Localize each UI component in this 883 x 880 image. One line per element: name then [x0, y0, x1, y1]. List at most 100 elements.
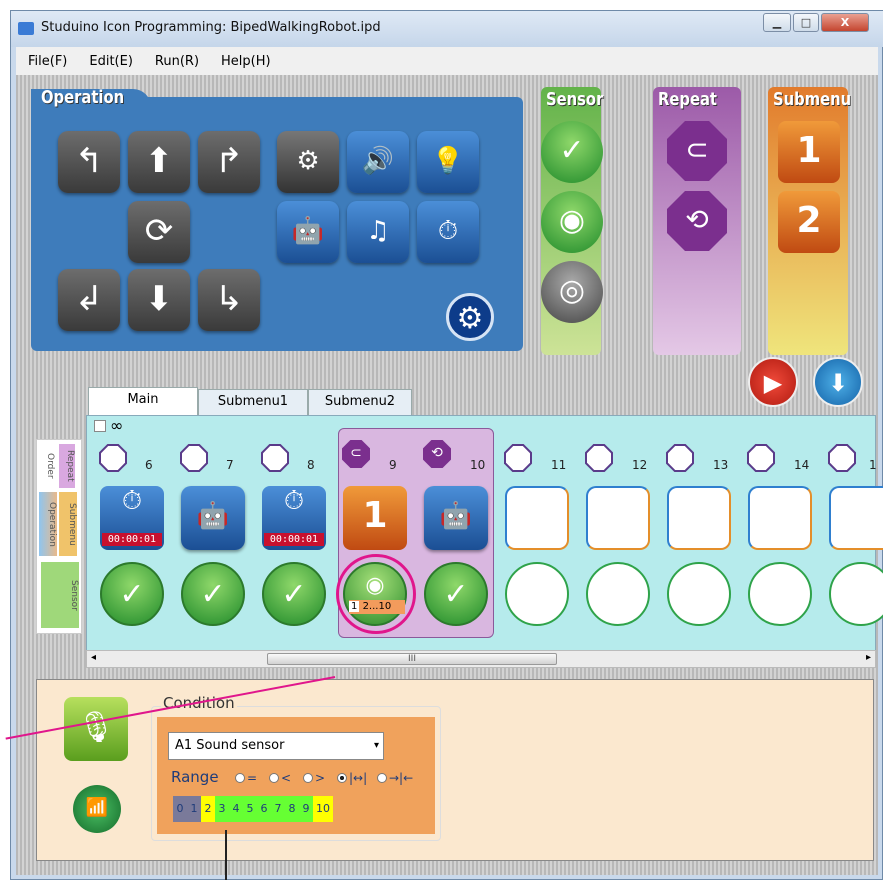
scale-cell-5[interactable]: 5: [243, 796, 257, 822]
horizontal-scrollbar[interactable]: ◂ III ▸: [86, 650, 876, 668]
scale-cell-9[interactable]: 9: [299, 796, 313, 822]
robot-motion-icon[interactable]: 🤖: [277, 201, 339, 263]
column-6-number: 6: [145, 458, 153, 472]
submenu-2-tile[interactable]: 2: [778, 191, 840, 253]
column-8-octagon[interactable]: [261, 444, 289, 472]
music-icon[interactable]: ♫: [347, 201, 409, 263]
servo-icon[interactable]: ⚙: [277, 131, 339, 193]
submenu-1-tile[interactable]: 1: [778, 121, 840, 183]
tab-main[interactable]: Main: [88, 387, 198, 415]
timer-icon[interactable]: ⏱: [417, 201, 479, 263]
scale-cell-1[interactable]: 1: [187, 796, 201, 822]
check-sensor-icon[interactable]: ✓: [541, 121, 603, 183]
empty-sensor-slot[interactable]: [505, 562, 569, 626]
legend-sensor: Sensor: [41, 562, 79, 628]
backward-icon[interactable]: ⬇: [128, 269, 190, 331]
ir-sensor-icon[interactable]: ◎: [541, 261, 603, 323]
tab-submenu1[interactable]: Submenu1: [198, 389, 308, 415]
scroll-right-icon[interactable]: ▸: [866, 652, 871, 663]
radio-inside[interactable]: [337, 773, 347, 783]
radio-greater[interactable]: [303, 773, 313, 783]
column-7-octagon[interactable]: [180, 444, 208, 472]
column-14-octagon[interactable]: [747, 444, 775, 472]
range-scale[interactable]: 0 1 2 3 4 5 6 7 8 9 10: [173, 796, 333, 822]
range-option-greater[interactable]: >: [303, 771, 325, 785]
empty-operation-slot[interactable]: [667, 486, 731, 550]
range-option-inside[interactable]: |↔|: [337, 771, 367, 785]
column-13-octagon[interactable]: [666, 444, 694, 472]
robot-motion-block-icon[interactable]: 🤖: [424, 486, 488, 550]
menu-edit[interactable]: Edit(E): [89, 54, 133, 69]
workspace: Operation ↰ ⬆ ↱ ⟳ ↲ ⬇ ↳ ⚙ 🔊 💡 🤖 ♫ ⏱ ⚙ Se…: [16, 75, 883, 875]
menu-file[interactable]: File(F): [28, 54, 67, 69]
check-sensor-block-icon[interactable]: ✓: [100, 562, 164, 626]
scale-cell-8[interactable]: 8: [285, 796, 299, 822]
column-15-number: 1: [869, 458, 877, 472]
scale-cell-2[interactable]: 2: [201, 796, 215, 822]
turn-left-icon[interactable]: ↰: [58, 131, 120, 193]
empty-operation-slot[interactable]: [829, 486, 883, 550]
check-sensor-block-icon[interactable]: ✓: [181, 562, 245, 626]
scroll-left-icon[interactable]: ◂: [91, 652, 96, 663]
column-6-octagon[interactable]: [99, 444, 127, 472]
empty-operation-slot[interactable]: [748, 486, 812, 550]
run-play-icon[interactable]: ▶: [748, 357, 798, 407]
column-12-octagon[interactable]: [585, 444, 613, 472]
sensor-select[interactable]: A1 Sound sensor ▾: [168, 732, 384, 760]
transfer-download-icon[interactable]: ⬇: [813, 357, 863, 407]
loop-checkbox[interactable]: [94, 420, 106, 432]
empty-operation-slot[interactable]: [505, 486, 569, 550]
radio-outside[interactable]: [377, 773, 387, 783]
scale-cell-4[interactable]: 4: [229, 796, 243, 822]
forward-icon[interactable]: ⬆: [128, 131, 190, 193]
radio-equal[interactable]: [235, 773, 245, 783]
repeat-start-icon[interactable]: ⊂: [667, 121, 727, 181]
empty-sensor-slot[interactable]: [586, 562, 650, 626]
menu-run[interactable]: Run(R): [155, 54, 199, 69]
minimize-button[interactable]: ▁: [763, 13, 791, 32]
empty-sensor-slot[interactable]: [748, 562, 812, 626]
range-option-less[interactable]: <: [269, 771, 291, 785]
legend-operation: Operation: [39, 492, 57, 556]
empty-sensor-slot[interactable]: [667, 562, 731, 626]
check-sensor-block-icon[interactable]: ✓: [424, 562, 488, 626]
sensor-title: Sensor: [546, 89, 604, 110]
maximize-button[interactable]: □: [793, 13, 819, 32]
repeat-loop-icon[interactable]: ⟲: [667, 191, 727, 251]
signal-icon[interactable]: 📶: [73, 785, 121, 833]
scale-cell-3[interactable]: 3: [215, 796, 229, 822]
close-button[interactable]: X: [821, 13, 869, 32]
column-10-number: 10: [470, 458, 486, 472]
timer-block[interactable]: ⏱ 00:00:01: [100, 486, 164, 550]
range-option-equal[interactable]: =: [235, 771, 257, 785]
timer-block[interactable]: ⏱ 00:00:01: [262, 486, 326, 550]
robot-motion-block-icon[interactable]: 🤖: [181, 486, 245, 550]
led-icon[interactable]: 💡: [417, 131, 479, 193]
check-sensor-block-icon[interactable]: ✓: [262, 562, 326, 626]
scale-cell-0[interactable]: 0: [173, 796, 187, 822]
scale-cell-6[interactable]: 6: [257, 796, 271, 822]
scale-cell-10[interactable]: 10: [313, 796, 333, 822]
back-left-icon[interactable]: ↲: [58, 269, 120, 331]
empty-operation-slot[interactable]: [586, 486, 650, 550]
column-10-loop-icon[interactable]: ⟲: [423, 440, 451, 468]
radio-less[interactable]: [269, 773, 279, 783]
column-15-octagon[interactable]: [828, 444, 856, 472]
buzzer-icon[interactable]: 🔊: [347, 131, 409, 193]
menu-help[interactable]: Help(H): [221, 54, 271, 69]
column-11-octagon[interactable]: [504, 444, 532, 472]
scale-cell-7[interactable]: 7: [271, 796, 285, 822]
submenu-1-block[interactable]: 1: [343, 486, 407, 550]
sound-sensor-icon[interactable]: ◉: [541, 191, 603, 253]
turn-right-icon[interactable]: ↱: [198, 131, 260, 193]
scroll-thumb[interactable]: III: [267, 653, 557, 665]
range-option-outside[interactable]: →|←: [377, 771, 413, 785]
column-9-repeat-icon[interactable]: ⊂: [342, 440, 370, 468]
microphone-icon[interactable]: 🎙: [64, 697, 128, 761]
rotate-icon[interactable]: ⟳: [128, 201, 190, 263]
empty-sensor-slot[interactable]: [829, 562, 883, 626]
column-14-number: 14: [794, 458, 810, 472]
tab-submenu2[interactable]: Submenu2: [308, 389, 412, 415]
settings-gear-icon[interactable]: ⚙: [446, 293, 494, 341]
back-right-icon[interactable]: ↳: [198, 269, 260, 331]
